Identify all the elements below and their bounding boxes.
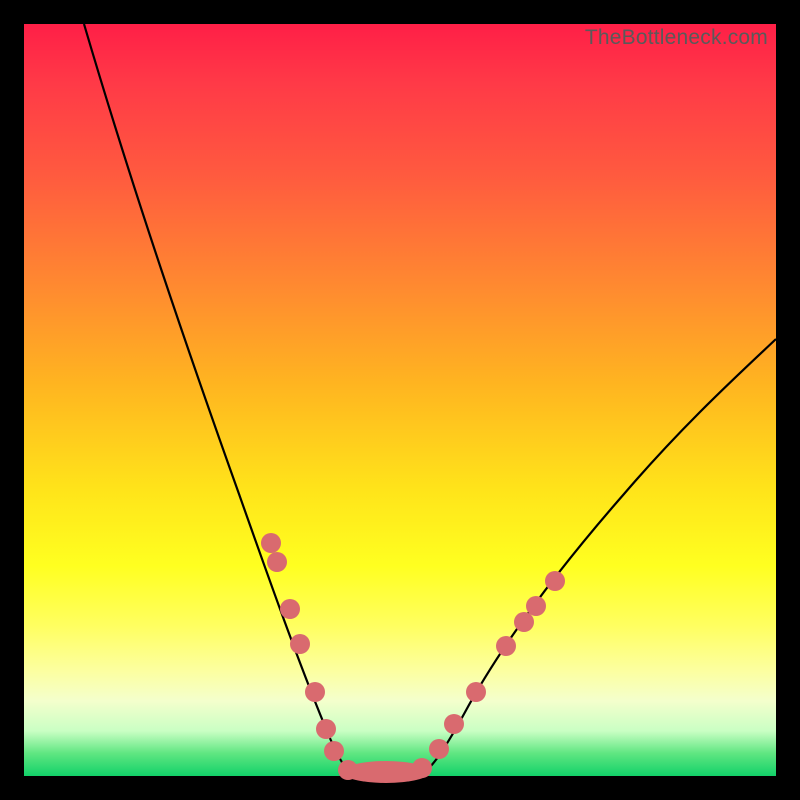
marker-dot [496,636,516,656]
curve-right-branch [419,339,776,775]
plot-area: TheBottleneck.com [24,24,776,776]
marker-dot [545,571,565,591]
marker-dot [267,552,287,572]
curve-left-branch [84,24,354,775]
marker-dot [261,533,281,553]
marker-dot [280,599,300,619]
marker-dot [526,596,546,616]
marker-dots [261,533,565,783]
marker-dot [444,714,464,734]
chart-stage: TheBottleneck.com [0,0,800,800]
marker-dot [290,634,310,654]
marker-dot [514,612,534,632]
curve-layer [24,24,776,776]
marker-dot [429,739,449,759]
marker-dot [466,682,486,702]
marker-dot [305,682,325,702]
marker-dot [412,758,432,778]
marker-dot [316,719,336,739]
marker-dot [338,760,358,780]
marker-dot [324,741,344,761]
